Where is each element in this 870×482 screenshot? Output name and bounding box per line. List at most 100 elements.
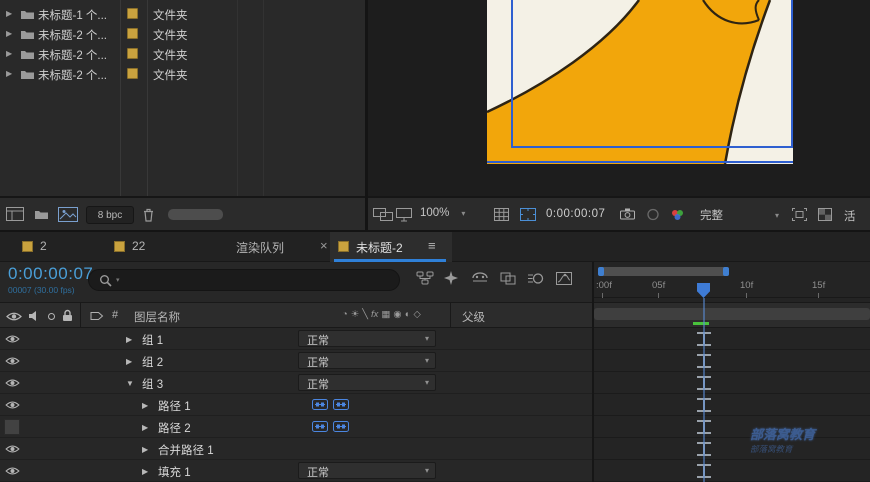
work-area-bar[interactable] bbox=[598, 267, 729, 276]
grid-options-icon[interactable] bbox=[494, 208, 509, 224]
shy-icon[interactable]: ◔ bbox=[342, 309, 348, 320]
project-item-row[interactable]: ▶ 未标题-2 个... 文件夹 bbox=[0, 44, 365, 64]
row-name[interactable]: 组 3 bbox=[142, 376, 163, 392]
layer-selection-bounds[interactable] bbox=[511, 0, 793, 148]
frame-blend-icon[interactable] bbox=[500, 272, 516, 288]
visibility-toggle-icon[interactable] bbox=[4, 441, 20, 457]
twirl-arrow-icon[interactable]: ▼ bbox=[126, 379, 134, 388]
search-input[interactable]: ▾ bbox=[88, 269, 400, 291]
motion-blur-icon[interactable] bbox=[528, 272, 544, 288]
visibility-toggle-off[interactable] bbox=[4, 419, 20, 435]
frame-blend-column-icon[interactable]: ▦ bbox=[381, 309, 390, 320]
show-snapshot-icon[interactable] bbox=[646, 208, 660, 224]
snapshot-camera-icon[interactable] bbox=[620, 208, 635, 223]
timeline-track-row[interactable] bbox=[594, 328, 870, 350]
timeline-track-row[interactable] bbox=[594, 372, 870, 394]
expand-arrow-icon[interactable]: ▶ bbox=[6, 29, 12, 38]
row-name[interactable]: 路径 1 bbox=[158, 398, 191, 414]
label-color-swatch[interactable] bbox=[127, 28, 138, 39]
twirl-arrow-icon[interactable]: ▶ bbox=[126, 357, 132, 366]
work-area-start-handle[interactable] bbox=[598, 267, 604, 276]
transparency-grid-icon[interactable] bbox=[818, 208, 832, 224]
work-area-end-handle[interactable] bbox=[723, 267, 729, 276]
row-name[interactable]: 路径 2 bbox=[158, 420, 191, 436]
visibility-toggle-icon[interactable] bbox=[4, 463, 20, 479]
composition-viewer[interactable] bbox=[368, 0, 870, 196]
timeline-track-row[interactable] bbox=[594, 394, 870, 416]
shy-layers-icon[interactable] bbox=[472, 272, 488, 287]
timeline-row[interactable]: ▼ 组 3 正常▾ bbox=[0, 372, 592, 394]
panel-layout-icon[interactable] bbox=[6, 207, 24, 224]
timeline-row[interactable]: ▶ 组 1 正常▾ bbox=[0, 328, 592, 350]
visibility-toggle-icon[interactable] bbox=[4, 353, 20, 369]
zoom-dropdown[interactable]: 100% ▾ bbox=[420, 207, 465, 219]
camera-view-dropdown[interactable]: 活 bbox=[844, 208, 856, 224]
twirl-arrow-icon[interactable]: ▶ bbox=[142, 423, 148, 432]
graph-editor-icon[interactable] bbox=[556, 272, 572, 288]
project-item-row[interactable]: ▶ 未标题-2 个... 文件夹 bbox=[0, 64, 365, 84]
row-name[interactable]: 填充 1 bbox=[158, 464, 191, 480]
time-navigator[interactable] bbox=[594, 302, 870, 328]
timeline-row[interactable]: ▶ 路径 1 bbox=[0, 394, 592, 416]
timeline-track-row[interactable] bbox=[594, 438, 870, 460]
timeline-row[interactable]: ▶ 路径 2 bbox=[0, 416, 592, 438]
collapse-icon[interactable]: ☀ bbox=[351, 309, 360, 320]
viewer-timecode[interactable]: 0:00:00:07 bbox=[546, 208, 605, 220]
expand-arrow-icon[interactable]: ▶ bbox=[6, 69, 12, 78]
visibility-toggle-icon[interactable] bbox=[4, 331, 20, 347]
current-timecode[interactable]: 0:00:00:07 bbox=[8, 264, 93, 284]
path-direction-icon[interactable] bbox=[333, 421, 349, 435]
expand-arrow-icon[interactable]: ▶ bbox=[6, 9, 12, 18]
time-ruler[interactable]: :00f 05f 10f 15f bbox=[594, 280, 870, 298]
label-column-icon[interactable] bbox=[90, 310, 104, 325]
row-name[interactable]: 合并路径 1 bbox=[158, 442, 214, 458]
path-direction-icon[interactable] bbox=[333, 399, 349, 413]
label-color-swatch[interactable] bbox=[127, 8, 138, 19]
twirl-arrow-icon[interactable]: ▶ bbox=[126, 335, 132, 344]
horizontal-scrollbar[interactable] bbox=[168, 209, 223, 220]
visibility-toggle-icon[interactable] bbox=[4, 397, 20, 413]
label-color-swatch[interactable] bbox=[127, 48, 138, 59]
tab-comp-22[interactable]: 22 bbox=[132, 239, 145, 253]
new-folder-icon[interactable] bbox=[34, 209, 49, 223]
path-direction-icon[interactable] bbox=[312, 399, 328, 413]
main-viewer-icon[interactable] bbox=[396, 208, 412, 225]
timeline-track-row[interactable] bbox=[594, 416, 870, 438]
timeline-track-row[interactable] bbox=[594, 350, 870, 372]
region-of-interest-icon[interactable] bbox=[792, 208, 807, 224]
bit-depth-button[interactable]: 8 bpc bbox=[86, 206, 134, 224]
timeline-row[interactable]: ▶ 填充 1 正常▾ bbox=[0, 460, 592, 482]
tab-comp-2[interactable]: 2 bbox=[40, 239, 47, 253]
tab-active-comp[interactable]: 未标题-2 bbox=[356, 239, 403, 256]
time-navigator-thumb[interactable] bbox=[594, 308, 870, 320]
expand-arrow-icon[interactable]: ▶ bbox=[6, 49, 12, 58]
visibility-toggle-icon[interactable] bbox=[4, 375, 20, 391]
blend-mode-dropdown[interactable]: 正常▾ bbox=[298, 374, 436, 391]
layer-name-column-header[interactable]: 图层名称 bbox=[134, 309, 180, 325]
always-preview-icon[interactable] bbox=[373, 208, 393, 225]
lock-column-icon[interactable] bbox=[62, 309, 73, 325]
timeline-row[interactable]: ▶ 合并路径 1 bbox=[0, 438, 592, 460]
resolution-dropdown[interactable]: 完整 ▾ bbox=[700, 207, 779, 223]
trash-icon[interactable] bbox=[143, 208, 154, 225]
audio-column-icon[interactable] bbox=[28, 310, 40, 325]
mask-visibility-icon[interactable] bbox=[520, 208, 536, 224]
timeline-row[interactable]: ▶ 组 2 正常▾ bbox=[0, 350, 592, 372]
motion-blur-column-icon[interactable]: ◉ bbox=[393, 309, 401, 320]
tab-close-icon[interactable]: × bbox=[320, 238, 328, 253]
solo-column-icon[interactable] bbox=[48, 313, 55, 320]
visibility-column-icon[interactable] bbox=[6, 311, 22, 325]
draft-3d-icon[interactable] bbox=[444, 271, 458, 288]
twirl-arrow-icon[interactable]: ▶ bbox=[142, 401, 148, 410]
row-name[interactable]: 组 1 bbox=[142, 332, 163, 348]
show-channels-icon[interactable] bbox=[670, 208, 686, 224]
panel-divider[interactable] bbox=[365, 0, 368, 232]
number-column-header[interactable]: # bbox=[112, 309, 118, 321]
twirl-arrow-icon[interactable]: ▶ bbox=[142, 445, 148, 454]
label-color-swatch[interactable] bbox=[127, 68, 138, 79]
path-direction-icon[interactable] bbox=[312, 421, 328, 435]
mini-flowchart-icon[interactable] bbox=[416, 271, 434, 288]
threed-layer-icon[interactable]: ◇ bbox=[413, 309, 420, 320]
row-name[interactable]: 组 2 bbox=[142, 354, 163, 370]
parent-column-header[interactable]: 父级 bbox=[462, 309, 485, 325]
